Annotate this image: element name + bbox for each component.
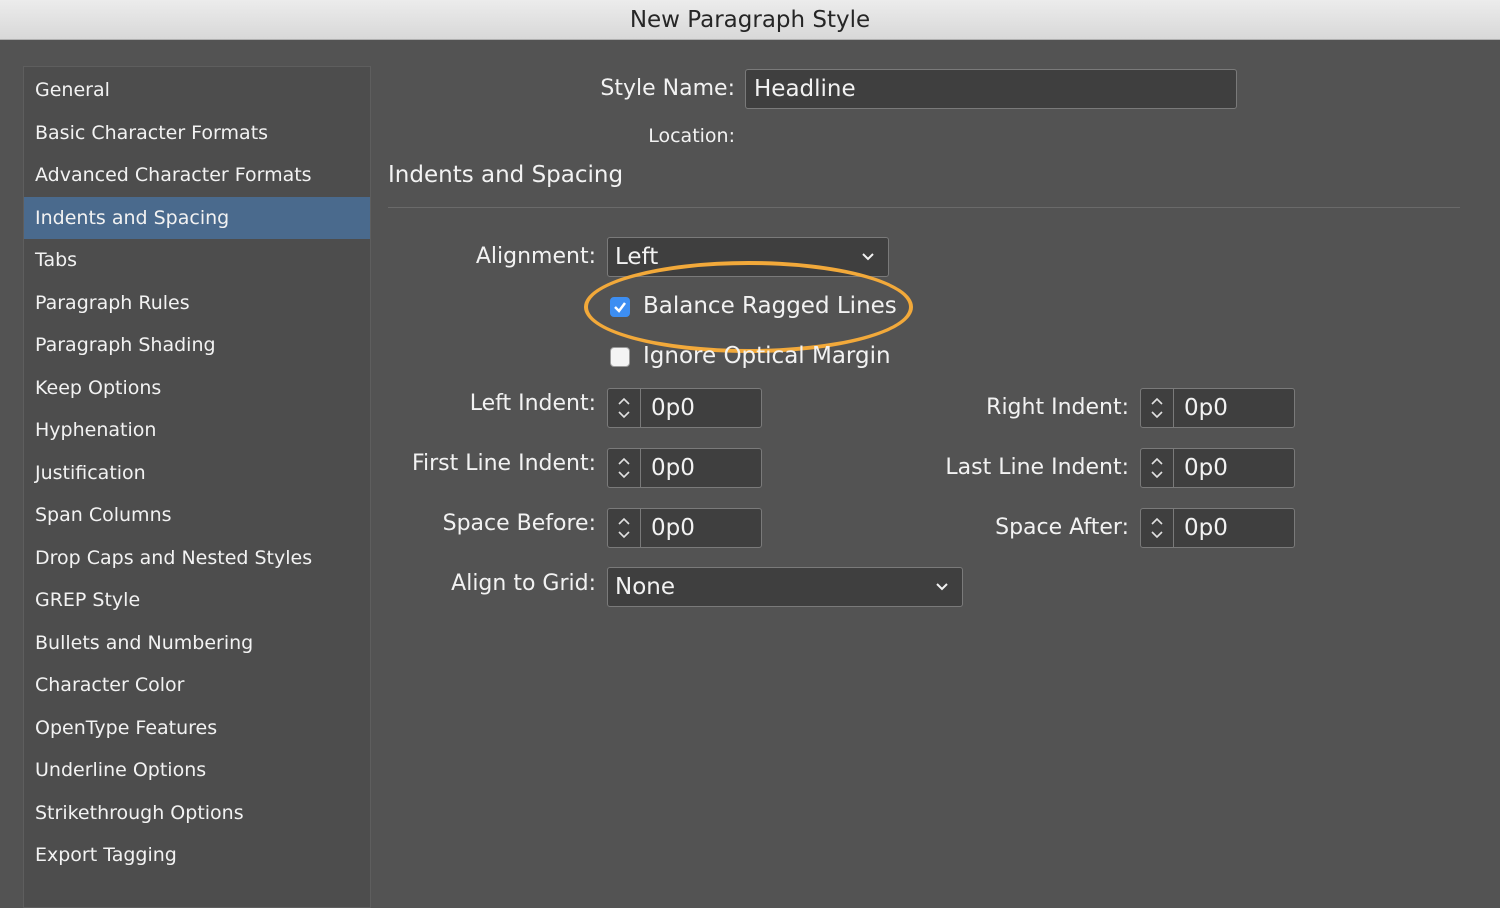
left-indent-label: Left Indent: bbox=[469, 391, 596, 416]
sidebar-item-justification[interactable]: Justification bbox=[24, 452, 370, 494]
first-line-indent-stepper[interactable] bbox=[608, 449, 641, 487]
space-before-label: Space Before: bbox=[442, 511, 596, 536]
align-to-grid-label: Align to Grid: bbox=[451, 571, 596, 596]
left-indent-stepper[interactable] bbox=[608, 389, 641, 427]
sidebar-item-bullets-and-numbering[interactable]: Bullets and Numbering bbox=[24, 622, 370, 664]
stepper-up-icon[interactable] bbox=[1150, 457, 1164, 466]
space-after-field[interactable]: 0p0 bbox=[1140, 508, 1295, 548]
first-line-indent-field[interactable]: 0p0 bbox=[607, 448, 762, 488]
section-divider bbox=[388, 207, 1460, 208]
left-indent-value[interactable]: 0p0 bbox=[641, 389, 695, 427]
category-sidebar: General Basic Character Formats Advanced… bbox=[23, 66, 371, 908]
style-name-label: Style Name: bbox=[600, 76, 735, 101]
right-indent-label: Right Indent: bbox=[986, 395, 1129, 420]
stepper-down-icon[interactable] bbox=[617, 470, 631, 479]
chevron-down-icon bbox=[862, 253, 874, 261]
stepper-up-icon[interactable] bbox=[617, 397, 631, 406]
sidebar-item-indents-and-spacing[interactable]: Indents and Spacing bbox=[24, 197, 370, 239]
space-before-stepper[interactable] bbox=[608, 509, 641, 547]
location-label: Location: bbox=[648, 125, 735, 147]
sidebar-item-export-tagging[interactable]: Export Tagging bbox=[24, 834, 370, 876]
right-indent-stepper[interactable] bbox=[1141, 389, 1174, 427]
sidebar-item-hyphenation[interactable]: Hyphenation bbox=[24, 409, 370, 451]
space-after-label: Space After: bbox=[995, 515, 1129, 540]
first-line-indent-value[interactable]: 0p0 bbox=[641, 449, 695, 487]
style-name-input[interactable]: Headline bbox=[745, 69, 1237, 109]
sidebar-item-advanced-character-formats[interactable]: Advanced Character Formats bbox=[24, 154, 370, 196]
right-indent-field[interactable]: 0p0 bbox=[1140, 388, 1295, 428]
sidebar-item-basic-character-formats[interactable]: Basic Character Formats bbox=[24, 112, 370, 154]
sidebar-item-grep-style[interactable]: GREP Style bbox=[24, 579, 370, 621]
alignment-label: Alignment: bbox=[475, 244, 596, 269]
stepper-down-icon[interactable] bbox=[1150, 470, 1164, 479]
sidebar-item-general[interactable]: General bbox=[24, 69, 370, 111]
sidebar-item-keep-options[interactable]: Keep Options bbox=[24, 367, 370, 409]
last-line-indent-field[interactable]: 0p0 bbox=[1140, 448, 1295, 488]
sidebar-item-span-columns[interactable]: Span Columns bbox=[24, 494, 370, 536]
last-line-indent-stepper[interactable] bbox=[1141, 449, 1174, 487]
alignment-value: Left bbox=[615, 244, 659, 270]
left-indent-field[interactable]: 0p0 bbox=[607, 388, 762, 428]
space-after-value[interactable]: 0p0 bbox=[1174, 509, 1228, 547]
last-line-indent-value[interactable]: 0p0 bbox=[1174, 449, 1228, 487]
section-title: Indents and Spacing bbox=[388, 162, 624, 188]
align-to-grid-select[interactable]: None bbox=[607, 567, 963, 607]
stepper-up-icon[interactable] bbox=[1150, 397, 1164, 406]
chevron-down-icon bbox=[936, 583, 948, 591]
sidebar-item-underline-options[interactable]: Underline Options bbox=[24, 749, 370, 791]
stepper-down-icon[interactable] bbox=[1150, 530, 1164, 539]
stepper-up-icon[interactable] bbox=[617, 517, 631, 526]
ignore-optical-margin-label[interactable]: Ignore Optical Margin bbox=[643, 343, 891, 369]
highlight-annotation bbox=[584, 261, 913, 353]
space-before-field[interactable]: 0p0 bbox=[607, 508, 762, 548]
last-line-indent-label: Last Line Indent: bbox=[945, 455, 1129, 480]
sidebar-item-drop-caps[interactable]: Drop Caps and Nested Styles bbox=[24, 537, 370, 579]
stepper-down-icon[interactable] bbox=[1150, 410, 1164, 419]
sidebar-item-strikethrough-options[interactable]: Strikethrough Options bbox=[24, 792, 370, 834]
sidebar-item-character-color[interactable]: Character Color bbox=[24, 664, 370, 706]
window-title: New Paragraph Style bbox=[0, 0, 1500, 40]
sidebar-item-opentype-features[interactable]: OpenType Features bbox=[24, 707, 370, 749]
ignore-optical-margin-checkbox[interactable] bbox=[610, 347, 630, 367]
space-before-value[interactable]: 0p0 bbox=[641, 509, 695, 547]
space-after-stepper[interactable] bbox=[1141, 509, 1174, 547]
right-indent-value[interactable]: 0p0 bbox=[1174, 389, 1228, 427]
stepper-down-icon[interactable] bbox=[617, 410, 631, 419]
sidebar-item-paragraph-shading[interactable]: Paragraph Shading bbox=[24, 324, 370, 366]
stepper-down-icon[interactable] bbox=[617, 530, 631, 539]
first-line-indent-label: First Line Indent: bbox=[411, 451, 596, 476]
stepper-up-icon[interactable] bbox=[617, 457, 631, 466]
stepper-up-icon[interactable] bbox=[1150, 517, 1164, 526]
align-to-grid-value: None bbox=[615, 574, 676, 600]
sidebar-item-tabs[interactable]: Tabs bbox=[24, 239, 370, 281]
sidebar-item-paragraph-rules[interactable]: Paragraph Rules bbox=[24, 282, 370, 324]
